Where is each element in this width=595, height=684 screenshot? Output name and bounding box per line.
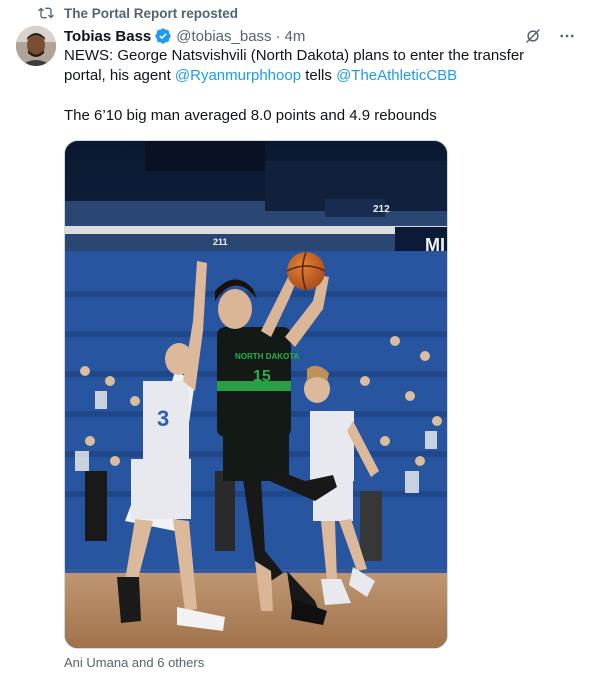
verified-badge-icon: [155, 28, 171, 44]
liked-by[interactable]: Ani Umana and 6 others: [64, 655, 204, 670]
author-handle[interactable]: @tobias_bass: [176, 28, 271, 45]
tweet-text: NEWS: George Natsvishvili (North Dakota)…: [64, 46, 564, 126]
avatar[interactable]: [16, 26, 56, 66]
header-separator: ·: [275, 27, 281, 45]
tweet-header: Tobias Bass @tobias_bass · 4m: [64, 26, 577, 46]
tweet-photo[interactable]: 212 211 MI 3 NORTH DAKOTA 15: [64, 140, 448, 649]
repost-indicator[interactable]: The Portal Report reposted: [38, 4, 238, 22]
grok-icon[interactable]: [523, 26, 543, 46]
repost-label: The Portal Report reposted: [64, 5, 239, 21]
repost-icon: [38, 7, 54, 19]
tweet-text-part: tells: [301, 67, 337, 84]
author-name[interactable]: Tobias Bass: [64, 28, 151, 45]
tweet-paragraph-1: NEWS: George Natsvishvili (North Dakota)…: [64, 46, 564, 86]
timestamp[interactable]: 4m: [285, 28, 306, 45]
basketball-photo: 212 211 MI 3 NORTH DAKOTA 15: [65, 141, 447, 648]
tweet-paragraph-2: The 6’10 big man averaged 8.0 points and…: [64, 107, 437, 124]
header-actions: [523, 26, 577, 46]
more-icon[interactable]: [557, 26, 577, 46]
mention-link[interactable]: @Ryanmurphhoop: [175, 67, 301, 84]
mention-link[interactable]: @TheAthleticCBB: [336, 67, 457, 84]
